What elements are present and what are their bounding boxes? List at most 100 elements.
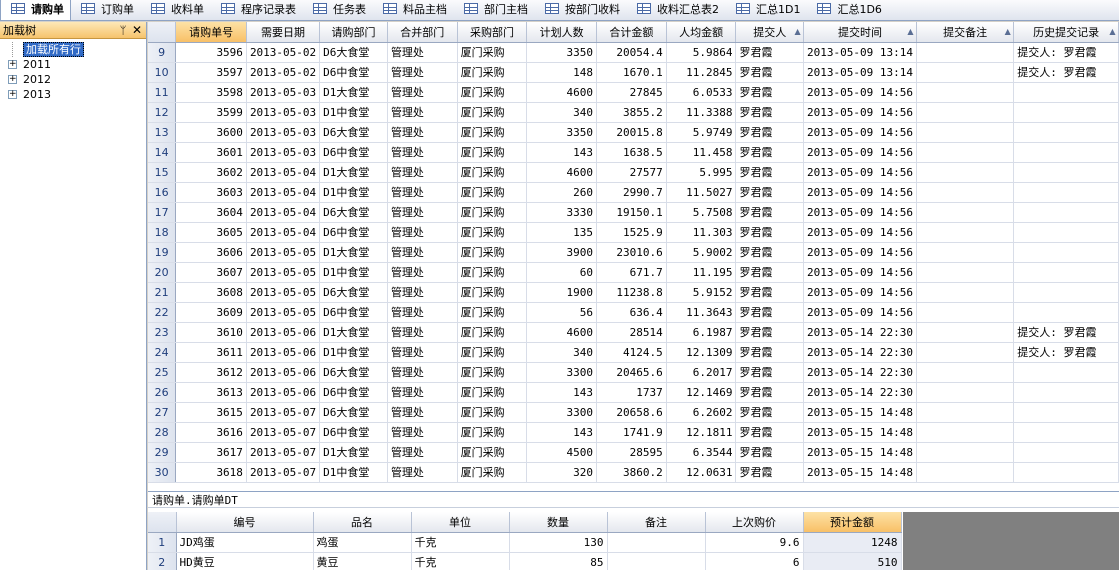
table-cell[interactable] (916, 142, 1015, 163)
table-cell[interactable]: 罗君霞 (735, 202, 805, 223)
table-cell[interactable]: 3601 (175, 142, 247, 163)
table-cell[interactable]: 6.2602 (666, 402, 737, 423)
tab-9[interactable]: 汇总1D1 (726, 0, 807, 20)
table-cell[interactable]: D6中食堂 (319, 222, 388, 243)
table-cell[interactable]: 1525.9 (596, 222, 667, 243)
column-header[interactable]: 请购单号 (175, 22, 247, 43)
table-cell[interactable]: 管理处 (387, 142, 458, 163)
row-number[interactable]: 9 (148, 42, 177, 63)
table-cell[interactable]: 罗君霞 (735, 442, 805, 463)
tree-item[interactable]: +2012 (0, 72, 146, 87)
table-cell[interactable]: 3602 (175, 162, 247, 183)
table-cell[interactable]: 管理处 (387, 362, 458, 383)
table-cell[interactable]: 2013-05-09 14:56 (803, 142, 917, 163)
table-cell[interactable]: 510 (803, 552, 902, 570)
table-cell[interactable]: 6 (705, 552, 804, 570)
tab-1[interactable]: 订购单 (71, 0, 141, 20)
table-cell[interactable]: 2013-05-05 (246, 282, 321, 303)
row-number[interactable]: 12 (148, 102, 177, 123)
table-cell[interactable]: 20658.6 (596, 402, 667, 423)
table-cell[interactable] (916, 322, 1015, 343)
table-cell[interactable]: D1中食堂 (319, 462, 388, 483)
filter-icon[interactable]: ▲ (907, 28, 914, 36)
table-cell[interactable]: HD黄豆 (176, 552, 314, 570)
table-cell[interactable]: 提交人: 罗君霞 (1013, 342, 1119, 363)
tree-item[interactable]: +2013 (0, 87, 146, 102)
table-row[interactable]: 11 3598 2013-05-03 D1大食堂 管理处 厦门采购 4600 27845 6.0… (148, 82, 1119, 103)
table-cell[interactable] (916, 382, 1015, 403)
table-cell[interactable]: 罗君霞 (735, 282, 805, 303)
table-row[interactable]: 14 3601 2013-05-03 D6中食堂 管理处 厦门采购 143 1638.5 11.… (148, 142, 1119, 163)
table-row[interactable]: 26 3613 2013-05-06 D6中食堂 管理处 厦门采购 143 1737 12.14… (148, 382, 1119, 403)
table-cell[interactable]: 2013-05-09 14:56 (803, 122, 917, 143)
table-cell[interactable]: 罗君霞 (735, 402, 805, 423)
table-cell[interactable]: 2013-05-06 (246, 322, 321, 343)
table-cell[interactable]: 罗君霞 (735, 62, 805, 83)
table-cell[interactable]: 提交人: 罗君霞 (1013, 322, 1119, 343)
table-cell[interactable]: 143 (526, 142, 597, 163)
column-header[interactable]: 上次购价 (705, 512, 804, 533)
row-number[interactable]: 26 (148, 382, 177, 403)
table-cell[interactable] (916, 182, 1015, 203)
row-number[interactable]: 27 (148, 402, 177, 423)
table-cell[interactable]: 罗君霞 (735, 242, 805, 263)
table-cell[interactable]: 12.1309 (666, 342, 737, 363)
table-cell[interactable] (1013, 362, 1119, 383)
table-cell[interactable]: 2013-05-05 (246, 302, 321, 323)
table-cell[interactable] (1013, 182, 1119, 203)
table-cell[interactable]: 2013-05-09 14:56 (803, 262, 917, 283)
table-cell[interactable] (1013, 442, 1119, 463)
table-cell[interactable]: 11.195 (666, 262, 737, 283)
table-cell[interactable]: 2013-05-14 22:30 (803, 382, 917, 403)
table-cell[interactable]: 厦门采购 (457, 262, 528, 283)
table-cell[interactable]: D1大食堂 (319, 162, 388, 183)
table-cell[interactable]: 11.5027 (666, 182, 737, 203)
table-cell[interactable]: D6大食堂 (319, 202, 388, 223)
table-cell[interactable]: 管理处 (387, 402, 458, 423)
table-cell[interactable]: 4124.5 (596, 342, 667, 363)
table-cell[interactable]: 2013-05-09 14:56 (803, 102, 917, 123)
table-cell[interactable]: 厦门采购 (457, 82, 528, 103)
table-cell[interactable] (916, 202, 1015, 223)
row-number[interactable]: 13 (148, 122, 177, 143)
table-cell[interactable]: 管理处 (387, 42, 458, 63)
table-cell[interactable]: 60 (526, 262, 597, 283)
table-cell[interactable]: 2013-05-09 14:56 (803, 182, 917, 203)
row-number[interactable]: 1 (148, 532, 177, 553)
table-cell[interactable]: D6中食堂 (319, 382, 388, 403)
table-cell[interactable]: 11.3388 (666, 102, 737, 123)
column-header[interactable]: 编号 (176, 512, 314, 533)
table-row[interactable]: 19 3606 2013-05-05 D1大食堂 管理处 厦门采购 3900 23010.6 5… (148, 242, 1119, 263)
column-header[interactable]: 计划人数 (526, 22, 597, 43)
grid-corner[interactable] (148, 22, 177, 43)
table-cell[interactable]: JD鸡蛋 (176, 532, 314, 553)
row-number[interactable]: 18 (148, 222, 177, 243)
table-cell[interactable]: 143 (526, 382, 597, 403)
table-cell[interactable] (916, 162, 1015, 183)
table-cell[interactable]: 厦门采购 (457, 282, 528, 303)
table-row[interactable]: 13 3600 2013-05-03 D6大食堂 管理处 厦门采购 3350 20015.8 5… (148, 122, 1119, 143)
tab-5[interactable]: 料品主档 (373, 0, 454, 20)
filter-icon[interactable]: ▲ (1109, 28, 1116, 36)
table-cell[interactable]: 管理处 (387, 162, 458, 183)
column-header[interactable]: 品名 (313, 512, 412, 533)
table-cell[interactable]: 2013-05-07 (246, 462, 321, 483)
table-cell[interactable]: D6大食堂 (319, 282, 388, 303)
table-cell[interactable]: 管理处 (387, 382, 458, 403)
tab-7[interactable]: 按部门收料 (535, 0, 627, 20)
table-cell[interactable]: 6.0533 (666, 82, 737, 103)
table-cell[interactable] (1013, 82, 1119, 103)
table-cell[interactable]: 12.1469 (666, 382, 737, 403)
table-cell[interactable]: D6大食堂 (319, 402, 388, 423)
table-cell[interactable]: 管理处 (387, 282, 458, 303)
table-cell[interactable]: 罗君霞 (735, 302, 805, 323)
table-cell[interactable]: 1741.9 (596, 422, 667, 443)
table-cell[interactable]: 260 (526, 182, 597, 203)
table-cell[interactable] (916, 222, 1015, 243)
row-number[interactable]: 14 (148, 142, 177, 163)
table-cell[interactable]: 千克 (411, 532, 510, 553)
table-cell[interactable]: 罗君霞 (735, 422, 805, 443)
table-cell[interactable]: 671.7 (596, 262, 667, 283)
table-cell[interactable]: 2013-05-14 22:30 (803, 342, 917, 363)
table-cell[interactable]: 3606 (175, 242, 247, 263)
